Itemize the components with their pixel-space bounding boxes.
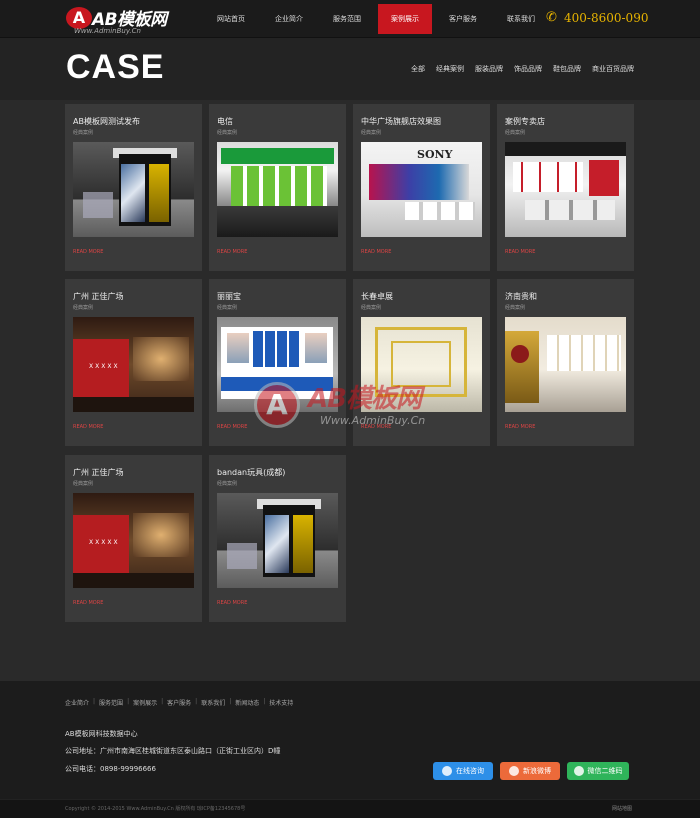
case-image[interactable]: [505, 317, 626, 412]
read-more-link[interactable]: READ MORE: [217, 249, 247, 255]
nav-about[interactable]: 企业简介: [262, 0, 316, 38]
nav-cases[interactable]: 案例展示: [378, 4, 432, 34]
qq-consult-button[interactable]: 在线咨询: [433, 762, 493, 780]
footer-link-support[interactable]: 技术支持: [269, 698, 293, 707]
case-category: 经典案例: [361, 130, 382, 136]
main-nav: 网站首页 企业简介 服务范围 案例展示 客户服务 联系我们: [204, 0, 552, 38]
case-card[interactable]: 案例专卖店 经典案例 READ MORE: [497, 104, 634, 271]
footer-phone: 公司电话：0898-99996666: [65, 765, 156, 773]
case-card[interactable]: 电信 经典案例 READ MORE: [209, 104, 346, 271]
case-category: 经典案例: [361, 305, 382, 311]
weibo-label: 新浪微博: [523, 767, 551, 775]
phone-number: 400-8600-090: [564, 11, 649, 25]
filter-department-store[interactable]: 商业百货品牌: [592, 64, 634, 74]
read-more-link[interactable]: READ MORE: [73, 249, 103, 255]
read-more-link[interactable]: READ MORE: [73, 424, 103, 430]
read-more-link[interactable]: READ MORE: [505, 249, 535, 255]
case-image[interactable]: [217, 493, 338, 588]
footer-link-news[interactable]: 新闻动态: [235, 698, 259, 707]
case-title: 案例专卖店: [505, 117, 545, 126]
case-image[interactable]: [361, 317, 482, 412]
phone-icon: ✆: [546, 10, 557, 25]
case-title: 中华广场旗舰店效果图: [361, 117, 441, 126]
weibo-icon: [509, 766, 519, 776]
case-title: AB模板网测试发布: [73, 117, 140, 126]
footer-link-customer-service[interactable]: 客户服务: [167, 698, 191, 707]
qq-icon: [442, 766, 452, 776]
case-title: 电信: [217, 117, 233, 126]
footer-link-about[interactable]: 企业简介: [65, 698, 89, 707]
logo-badge: A: [66, 7, 92, 29]
footer-nav: 企业简介 | 服务范围 | 案例展示 | 客户服务 | 联系我们 | 新闻动态 | 技术支持: [65, 698, 294, 707]
filter-all[interactable]: 全部: [411, 64, 425, 74]
filter-accessories[interactable]: 饰品品牌: [514, 64, 542, 74]
page-title: CASE: [66, 48, 165, 86]
read-more-link[interactable]: READ MORE: [505, 424, 535, 430]
case-image[interactable]: XXXXX: [73, 317, 194, 412]
case-title: 丽丽宝: [217, 292, 241, 301]
bottom-bar: Copyright © 2014-2015 Www.AdminBuy.Cn 版权…: [0, 799, 700, 818]
case-category: 经典案例: [73, 305, 94, 311]
nav-home[interactable]: 网站首页: [204, 0, 258, 38]
case-card[interactable]: 长春卓展 经典案例 READ MORE: [353, 279, 490, 446]
site-logo[interactable]: A AB模板网 Www.AdminBuy.Cn: [66, 5, 186, 35]
filter-apparel[interactable]: 服装品牌: [475, 64, 503, 74]
case-category: 经典案例: [505, 305, 526, 311]
wechat-label: 微信二维码: [587, 767, 623, 775]
footer-company: AB模板网科技数据中心: [65, 730, 138, 738]
site-header: A AB模板网 Www.AdminBuy.Cn 网站首页 企业简介 服务范围 案…: [0, 0, 700, 38]
filter-classic[interactable]: 经典案例: [436, 64, 464, 74]
case-title: 广州 正佳广场: [73, 468, 124, 477]
case-card[interactable]: 广州 正佳广场 经典案例 XXXXX READ MORE: [65, 455, 202, 622]
case-image[interactable]: SONY: [361, 142, 482, 237]
page-banner: CASE 全部 经典案例 服装品牌 饰品品牌 鞋包品牌 商业百货品牌: [0, 38, 700, 100]
read-more-link[interactable]: READ MORE: [361, 249, 391, 255]
footer-link-contact[interactable]: 联系我们: [201, 698, 225, 707]
case-category: 经典案例: [505, 130, 526, 136]
case-category: 经典案例: [217, 130, 238, 136]
copyright-text: Copyright © 2014-2015 Www.AdminBuy.Cn 版权…: [65, 806, 246, 812]
nav-customer-service[interactable]: 客户服务: [436, 0, 490, 38]
sitemap-link[interactable]: 网站地图: [612, 805, 632, 812]
case-title: bandan玩具(成都): [217, 468, 286, 477]
filter-shoes-bags[interactable]: 鞋包品牌: [553, 64, 581, 74]
footer-address: 公司地址：广州市南海区桂城街道东区泰山路口（正街工业区内）D幢: [65, 747, 281, 755]
nav-contact[interactable]: 联系我们: [494, 0, 548, 38]
case-card[interactable]: 济南贵和 经典案例 READ MORE: [497, 279, 634, 446]
case-category: 经典案例: [217, 481, 238, 487]
case-image[interactable]: [217, 142, 338, 237]
read-more-link[interactable]: READ MORE: [361, 424, 391, 430]
category-filters: 全部 经典案例 服装品牌 饰品品牌 鞋包品牌 商业百货品牌: [400, 64, 634, 74]
read-more-link[interactable]: READ MORE: [217, 424, 247, 430]
case-title: 济南贵和: [505, 292, 537, 301]
case-category: 经典案例: [73, 481, 94, 487]
qq-label: 在线咨询: [456, 767, 484, 775]
footer-link-cases[interactable]: 案例展示: [133, 698, 157, 707]
read-more-link[interactable]: READ MORE: [217, 600, 247, 606]
case-card[interactable]: 丽丽宝 经典案例 READ MORE: [209, 279, 346, 446]
case-card[interactable]: AB模板网测试发布 经典案例 READ MORE: [65, 104, 202, 271]
wechat-qr-button[interactable]: 微信二维码: [567, 762, 629, 780]
case-card[interactable]: 中华广场旗舰店效果图 经典案例 SONY READ MORE: [353, 104, 490, 271]
case-image[interactable]: [73, 142, 194, 237]
logo-sub: Www.AdminBuy.Cn: [74, 27, 141, 35]
case-image[interactable]: [505, 142, 626, 237]
case-title: 广州 正佳广场: [73, 292, 124, 301]
case-category: 经典案例: [217, 305, 238, 311]
nav-services[interactable]: 服务范围: [320, 0, 374, 38]
footer-link-services[interactable]: 服务范围: [99, 698, 123, 707]
case-card[interactable]: 广州 正佳广场 经典案例 XXXXX READ MORE: [65, 279, 202, 446]
site-footer: 企业简介 | 服务范围 | 案例展示 | 客户服务 | 联系我们 | 新闻动态 | 技术支持…: [0, 681, 700, 799]
case-card[interactable]: bandan玩具(成都) 经典案例 READ MORE: [209, 455, 346, 622]
read-more-link[interactable]: READ MORE: [73, 600, 103, 606]
case-category: 经典案例: [73, 130, 94, 136]
case-image[interactable]: [217, 317, 338, 412]
weibo-button[interactable]: 新浪微博: [500, 762, 560, 780]
header-phone: ✆ 400-8600-090: [546, 10, 648, 26]
case-image[interactable]: XXXXX: [73, 493, 194, 588]
case-title: 长春卓展: [361, 292, 393, 301]
wechat-icon: [573, 766, 584, 776]
